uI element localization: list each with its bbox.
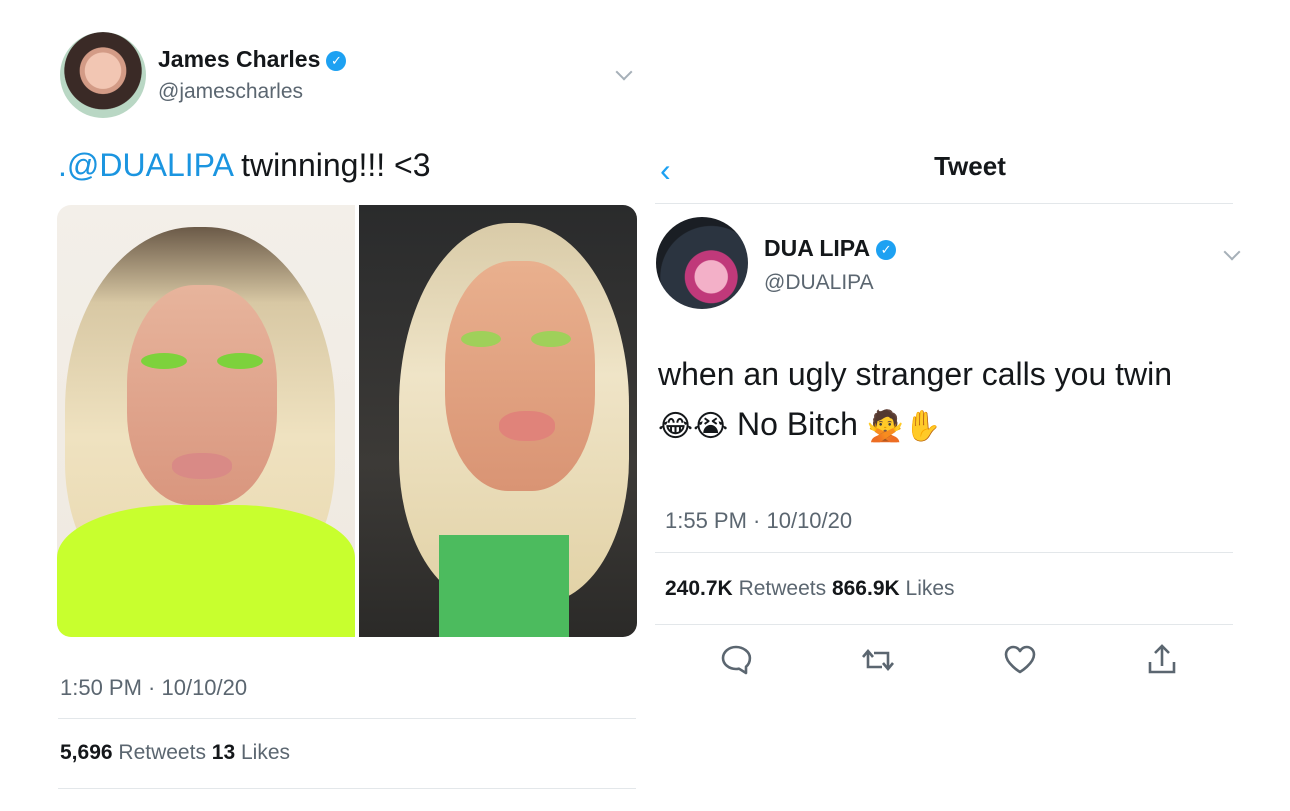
- dua-lipa-avatar[interactable]: [656, 217, 748, 309]
- author-handle[interactable]: @jamescharles: [158, 80, 303, 104]
- retweet-icon[interactable]: [858, 640, 898, 680]
- author-handle[interactable]: @DUALIPA: [764, 271, 874, 295]
- likes-count[interactable]: 866.9K: [832, 577, 900, 600]
- header-divider: [655, 203, 1233, 204]
- crying-emoji-icon: 😭: [693, 410, 729, 444]
- chevron-down-icon[interactable]: [1223, 243, 1241, 261]
- divider: [58, 718, 636, 719]
- tweet-text-line1: when an ugly stranger calls you twin: [658, 356, 1173, 392]
- author-name[interactable]: DUA LIPA ✓: [764, 235, 897, 262]
- likes-label[interactable]: Likes: [906, 577, 955, 600]
- james-charles-avatar[interactable]: [60, 32, 146, 118]
- media-image-james[interactable]: [57, 205, 355, 637]
- divider: [58, 788, 636, 789]
- tweet-stats: 5,696 Retweets 13 Likes: [60, 741, 290, 765]
- likes-count[interactable]: 13: [212, 741, 235, 764]
- tweet-stats: 240.7K Retweets 866.9K Likes: [665, 577, 955, 601]
- right-tweet-panel: Tweet DUA LIPA ✓ @DUALIPA when an ugly st…: [650, 0, 1290, 811]
- left-tweet-panel: James Charles ✓ @jamescharles .@DUALIPA t…: [0, 0, 650, 811]
- mention-link[interactable]: .@DUALIPA: [58, 147, 232, 183]
- tweet-body-text: twinning!!! <3: [232, 147, 431, 183]
- raised-hand-emoji-icon: ✋: [904, 410, 942, 444]
- retweets-label[interactable]: Retweets: [118, 741, 206, 764]
- laughing-emoji-icon: 😂: [658, 410, 694, 444]
- no-gesture-emoji-icon: 🙅: [866, 410, 905, 444]
- tweet-text-no: No Bitch: [737, 406, 858, 442]
- tweet-media[interactable]: [57, 205, 637, 637]
- tweet-text: .@DUALIPA twinning!!! <3: [58, 147, 431, 184]
- author-name-text[interactable]: DUA LIPA: [764, 235, 870, 261]
- like-icon[interactable]: [1000, 640, 1040, 680]
- chevron-down-icon[interactable]: [615, 63, 633, 81]
- retweets-count[interactable]: 5,696: [60, 741, 113, 764]
- share-icon[interactable]: [1142, 640, 1182, 680]
- likes-label[interactable]: Likes: [241, 741, 290, 764]
- verified-badge-icon: ✓: [326, 51, 347, 71]
- divider: [655, 552, 1233, 553]
- divider: [655, 624, 1233, 625]
- author-name[interactable]: James Charles ✓: [158, 46, 347, 73]
- tweet-timestamp[interactable]: 1:55 PM · 10/10/20: [665, 508, 852, 534]
- page-title: Tweet: [934, 151, 1006, 181]
- retweets-label[interactable]: Retweets: [739, 577, 827, 600]
- retweets-count[interactable]: 240.7K: [665, 577, 733, 600]
- media-image-dua[interactable]: [359, 205, 637, 637]
- author-name-text[interactable]: James Charles: [158, 46, 320, 72]
- verified-badge-icon: ✓: [876, 240, 897, 260]
- tweet-timestamp[interactable]: 1:50 PM · 10/10/20: [60, 675, 247, 701]
- tweet-text-line2: 😂😭 No Bitch 🙅✋: [658, 406, 942, 444]
- reply-icon[interactable]: [716, 640, 756, 680]
